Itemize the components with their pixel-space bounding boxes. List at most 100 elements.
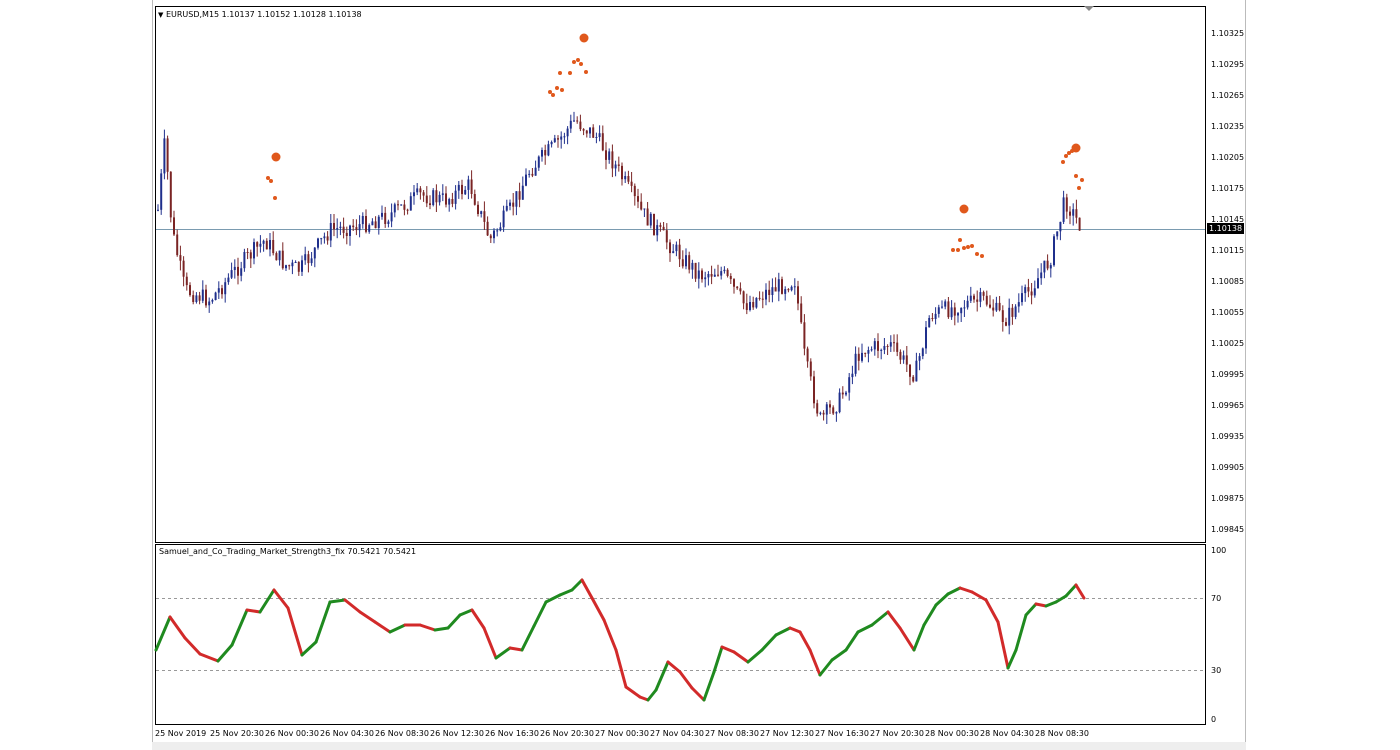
candle-body: [377, 216, 380, 228]
candle-body: [691, 262, 694, 270]
price-tick: 1.09905: [1211, 463, 1245, 472]
candle-body: [598, 133, 601, 137]
candle-body: [272, 240, 275, 254]
candle-body: [825, 404, 828, 415]
price-tick: 1.09845: [1211, 525, 1245, 534]
fractal-marker: [1080, 178, 1084, 182]
candle-body: [704, 277, 707, 280]
candle-body: [329, 223, 332, 241]
candle-body: [966, 300, 969, 308]
candle-body: [723, 269, 726, 272]
chart-canvas[interactable]: [0, 0, 1400, 750]
candle-body: [979, 292, 982, 302]
candle-body: [240, 268, 243, 276]
candle-body: [525, 174, 527, 186]
candle-body: [621, 165, 623, 180]
price-tick: 1.10235: [1211, 122, 1245, 131]
fractal-marker: [975, 252, 979, 256]
candle-body: [707, 274, 710, 278]
strength-segment: [245, 608, 262, 614]
candle-body: [217, 288, 220, 293]
candle-body: [873, 341, 876, 350]
candle-body: [624, 176, 627, 180]
candle-body: [198, 295, 201, 301]
terminal-window: ▼ EURUSD,M15 1.10137 1.10152 1.10128 1.1…: [0, 0, 1400, 750]
candle-body: [278, 250, 281, 261]
candle-body: [745, 303, 748, 310]
candle-body: [1027, 287, 1030, 292]
candle-body: [1053, 236, 1055, 266]
candle-body: [637, 196, 639, 202]
candle-body: [387, 221, 390, 224]
candle-body: [758, 297, 761, 299]
candle-body: [640, 201, 643, 210]
candle-body: [1059, 221, 1062, 232]
candle-body: [912, 376, 915, 382]
candle-body: [480, 211, 483, 214]
candle-body: [867, 350, 870, 354]
candle-body: [582, 129, 585, 131]
candle-body: [214, 292, 217, 300]
candle-body: [294, 262, 297, 263]
candle-body: [1037, 278, 1039, 289]
fractal-marker: [1064, 154, 1068, 158]
candle-body: [605, 150, 607, 160]
time-tick: 27 Nov 20:30: [870, 729, 924, 738]
dropdown-arrow-icon[interactable]: ▼: [158, 11, 163, 19]
candle-body: [237, 266, 239, 276]
candle-body: [185, 276, 188, 286]
candle-body: [326, 236, 329, 241]
price-tick: 1.10205: [1211, 153, 1245, 162]
candle-body: [630, 181, 633, 186]
candle-body: [509, 202, 511, 206]
candle-body: [832, 407, 835, 414]
candle-body: [189, 285, 191, 296]
fractal-marker: [958, 238, 962, 242]
candle-body: [928, 318, 931, 328]
candle-body: [256, 242, 259, 247]
candle-body: [579, 121, 582, 130]
candle-body: [454, 190, 457, 204]
fractal-marker: [970, 244, 974, 248]
candle-body: [861, 352, 863, 361]
time-tick: 26 Nov 12:30: [430, 729, 484, 738]
fractal-marker: [956, 248, 960, 252]
candle-body: [1014, 306, 1017, 317]
candle-body: [176, 234, 179, 256]
candle-body: [896, 342, 899, 352]
candle-body: [557, 138, 559, 140]
candle-body: [573, 120, 575, 122]
candle-body: [595, 137, 598, 138]
candle-body: [473, 194, 476, 205]
candle-body: [269, 240, 271, 250]
candle-body: [1075, 209, 1078, 218]
strength-segment: [508, 646, 524, 652]
candle-body: [470, 179, 473, 194]
fractal-marker: [560, 88, 564, 92]
candle-body: [1078, 217, 1081, 231]
candle-body: [486, 221, 489, 236]
time-tick: 26 Nov 08:30: [375, 729, 429, 738]
candle-body: [851, 373, 854, 378]
candle-body: [681, 259, 684, 267]
strength-segment: [433, 626, 450, 632]
candle-body: [717, 274, 719, 276]
strength-segment: [1034, 602, 1048, 608]
candle-body: [953, 307, 956, 316]
candle-body: [1069, 211, 1071, 216]
candle-body: [790, 286, 793, 291]
fractal-marker: [572, 60, 576, 64]
fractal-marker: [579, 62, 583, 66]
candle-body: [925, 327, 927, 349]
time-tick: 26 Nov 00:30: [265, 729, 319, 738]
indicator-header: Samuel_and_Co_Trading_Market_Strength3_f…: [159, 547, 417, 556]
candle-body: [720, 271, 723, 276]
candle-body: [422, 192, 425, 196]
fractal-marker: [980, 254, 984, 258]
candle-body: [1040, 272, 1043, 279]
time-tick: 26 Nov 16:30: [485, 729, 539, 738]
candle-body: [166, 138, 169, 172]
candle-body: [288, 265, 291, 267]
candle-body: [905, 355, 908, 365]
candle-body: [550, 142, 553, 145]
